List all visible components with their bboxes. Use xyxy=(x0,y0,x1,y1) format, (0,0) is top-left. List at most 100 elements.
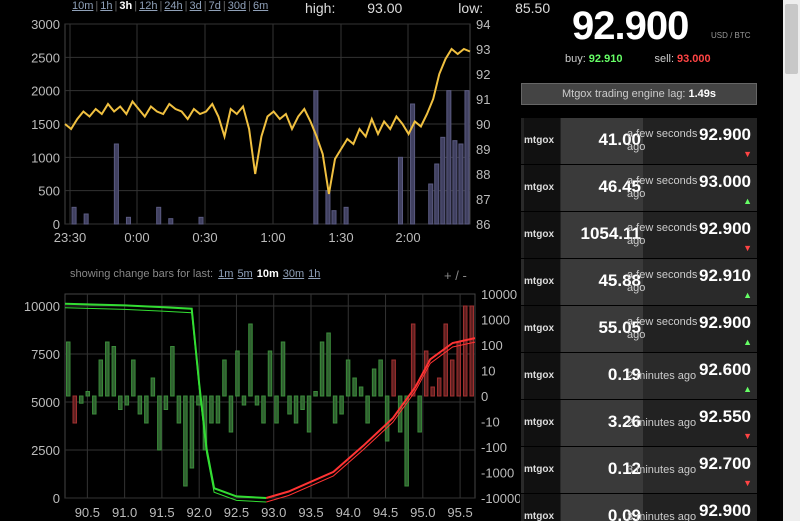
buy-label: buy: xyxy=(565,53,586,65)
change-bar xyxy=(183,395,188,487)
change-window-10m[interactable]: 10m xyxy=(257,268,279,280)
market-depth-chart[interactable]: 90.5 91.0 91.5 92.0 92.5 93.0 93.5 94.0 94.5 95.0… xyxy=(0,284,520,521)
change-bar xyxy=(157,395,162,451)
change-bar xyxy=(189,395,195,469)
volume-bar xyxy=(440,136,446,225)
range-link-30d[interactable]: 30d xyxy=(228,0,246,12)
change-bar xyxy=(66,341,71,397)
buy-sell-quotes: buy: 92.910 sell: 93.000 xyxy=(565,53,711,65)
x-tick: 1:30 xyxy=(328,230,353,245)
sell-price: 93.000 xyxy=(677,53,711,65)
nav-separator: | xyxy=(248,0,251,12)
y-left-tick: 2500 xyxy=(31,50,60,65)
y-right-tick: 10000 xyxy=(481,287,517,302)
change-bar xyxy=(92,395,97,415)
change-bar xyxy=(313,391,318,397)
range-link-24h[interactable]: 24h xyxy=(164,0,182,12)
price-volume-chart[interactable]: 3000250020001500100050009493929190898887… xyxy=(0,14,520,246)
trade-time: a few seconds ago xyxy=(627,316,698,341)
x-tick: 90.5 xyxy=(75,505,100,520)
range-link-12h[interactable]: 12h xyxy=(139,0,157,12)
range-link-6m[interactable]: 6m xyxy=(253,0,268,12)
trade-exchange: mtgox xyxy=(524,165,560,211)
change-bar xyxy=(235,350,240,397)
range-link-7d[interactable]: 7d xyxy=(209,0,221,12)
nav-separator: | xyxy=(222,0,226,12)
sell-label: sell: xyxy=(654,53,675,65)
change-bar xyxy=(85,391,91,397)
change-window-1m[interactable]: 1m xyxy=(218,268,233,280)
change-bar xyxy=(430,386,435,397)
arrow-down-icon: ▼ xyxy=(743,478,752,488)
zoom-in-button[interactable]: + xyxy=(444,268,452,283)
range-link-10m[interactable]: 10m xyxy=(72,0,93,12)
change-bar xyxy=(339,395,344,415)
change-bar xyxy=(293,395,299,424)
y-left-tick: 1000 xyxy=(31,150,60,165)
y-right-tick: -10 xyxy=(481,415,500,430)
y-right-tick: -1000 xyxy=(481,466,514,481)
change-bar xyxy=(111,346,117,397)
change-bar xyxy=(118,395,123,410)
engine-lag-indicator: Mtgox trading engine lag: 1.49s xyxy=(521,83,757,105)
volume-bar xyxy=(125,216,131,225)
x-tick: 95.0 xyxy=(410,505,435,520)
change-bar xyxy=(326,332,331,397)
y-right-tick: 89 xyxy=(476,142,490,157)
x-tick: 0:00 xyxy=(124,230,149,245)
trade-time: 3 minutes ago xyxy=(627,511,697,521)
change-bar xyxy=(196,395,201,406)
change-window-30m[interactable]: 30m xyxy=(283,268,304,280)
page-scrollbar[interactable] xyxy=(783,0,800,521)
scrollbar-thumb[interactable] xyxy=(785,4,798,74)
range-link-3d[interactable]: 3d xyxy=(190,0,202,12)
trade-price: 92.900 xyxy=(699,313,751,332)
trade-price: 92.550 xyxy=(699,407,751,426)
trade-exchange: mtgox xyxy=(524,447,560,493)
arrow-down-icon: ▼ xyxy=(743,431,752,441)
y-right-tick: 92 xyxy=(476,67,490,82)
change-bar xyxy=(443,323,448,397)
change-bar xyxy=(300,395,305,410)
volume-bar xyxy=(428,183,434,225)
y-left-tick: 1500 xyxy=(31,117,60,132)
change-bar xyxy=(449,359,455,397)
change-bar xyxy=(98,359,104,397)
range-link-3h[interactable]: 3h xyxy=(119,0,132,12)
change-bar xyxy=(248,323,253,397)
x-tick: 95.5 xyxy=(447,505,472,520)
nav-separator: | xyxy=(114,0,118,12)
change-bar xyxy=(469,305,475,397)
change-window-5m[interactable]: 5m xyxy=(237,268,252,280)
change-bar xyxy=(228,395,234,433)
change-window-1h[interactable]: 1h xyxy=(308,268,320,280)
y-right-tick: 93 xyxy=(476,42,490,57)
arrow-down-icon: ▼ xyxy=(743,149,752,159)
trade-time: 2 minutes ago xyxy=(627,417,697,429)
change-bar xyxy=(144,395,149,424)
change-bar xyxy=(404,395,409,487)
x-tick: 91.0 xyxy=(112,505,137,520)
change-bar xyxy=(131,359,136,397)
volume-bar xyxy=(434,163,440,225)
trade-price: 92.900 xyxy=(699,501,751,520)
change-bar xyxy=(222,359,227,397)
change-bar xyxy=(254,395,260,406)
y-left-tick: 3000 xyxy=(31,17,60,32)
x-tick: 93.5 xyxy=(298,505,323,520)
change-bar xyxy=(79,395,84,404)
volume-bar xyxy=(464,90,470,225)
range-link-1h[interactable]: 1h xyxy=(100,0,112,12)
arrow-up-icon: ▲ xyxy=(743,337,752,347)
trade-exchange: mtgox xyxy=(524,400,560,446)
trade-row: mtgox 1054.11 a few seconds ago 92.900 ▼ xyxy=(521,212,757,258)
trade-row: mtgox0.093 minutes ago92.900▼ xyxy=(521,494,757,521)
change-bar xyxy=(72,395,78,424)
volume-bar xyxy=(325,190,331,225)
trade-row: mtgox 45.88 a few seconds ago 92.910 ▲ xyxy=(521,259,757,305)
volume-bar xyxy=(71,206,77,225)
change-bar xyxy=(371,368,377,397)
zoom-out-button[interactable]: - xyxy=(462,268,466,283)
trade-exchange: mtgox xyxy=(524,494,560,521)
volume-bar xyxy=(397,156,404,225)
